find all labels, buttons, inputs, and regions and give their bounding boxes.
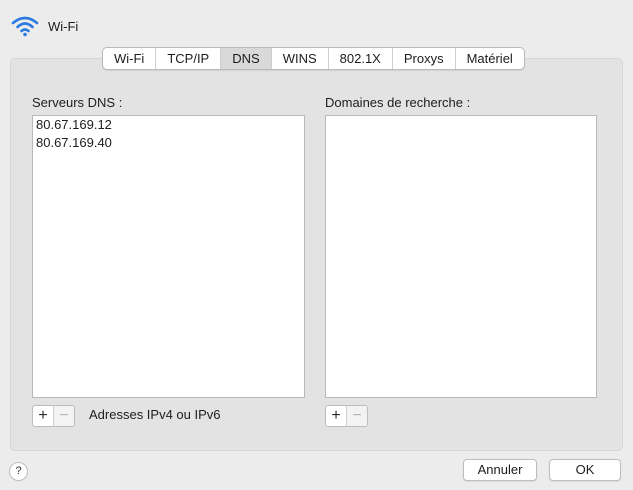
tab-bar: Wi-Fi TCP/IP DNS WINS 802.1X Proxys Maté… bbox=[102, 47, 525, 70]
wifi-icon bbox=[10, 15, 40, 37]
list-item[interactable]: 80.67.169.40 bbox=[33, 134, 304, 152]
tab-tcpip[interactable]: TCP/IP bbox=[156, 48, 222, 69]
add-dns-server-button[interactable]: + bbox=[33, 406, 53, 426]
tab-dns[interactable]: DNS bbox=[221, 48, 272, 69]
dns-servers-hint: Adresses IPv4 ou IPv6 bbox=[89, 407, 221, 422]
add-search-domain-button[interactable]: + bbox=[326, 406, 346, 426]
tab-8021x[interactable]: 802.1X bbox=[329, 48, 393, 69]
window-header: Wi-Fi bbox=[10, 14, 78, 38]
help-button[interactable]: ? bbox=[9, 462, 28, 481]
dns-servers-list[interactable]: 80.67.169.12 80.67.169.40 bbox=[32, 115, 305, 398]
remove-dns-server-button[interactable]: − bbox=[53, 406, 74, 426]
remove-search-domain-button[interactable]: − bbox=[346, 406, 367, 426]
tab-proxys[interactable]: Proxys bbox=[393, 48, 456, 69]
tab-materiel[interactable]: Matériel bbox=[456, 48, 524, 69]
list-item[interactable]: 80.67.169.12 bbox=[33, 116, 304, 134]
dns-servers-label: Serveurs DNS : bbox=[32, 95, 123, 110]
cancel-button[interactable]: Annuler bbox=[463, 459, 537, 481]
tab-wifi[interactable]: Wi-Fi bbox=[103, 48, 157, 69]
window-title: Wi-Fi bbox=[48, 18, 79, 34]
tab-wins[interactable]: WINS bbox=[272, 48, 329, 69]
search-domains-buttons: + − bbox=[325, 405, 368, 427]
dns-servers-buttons: + − bbox=[32, 405, 75, 427]
ok-button[interactable]: OK bbox=[549, 459, 621, 481]
search-domains-label: Domaines de recherche : bbox=[325, 95, 471, 110]
search-domains-list[interactable] bbox=[325, 115, 597, 398]
